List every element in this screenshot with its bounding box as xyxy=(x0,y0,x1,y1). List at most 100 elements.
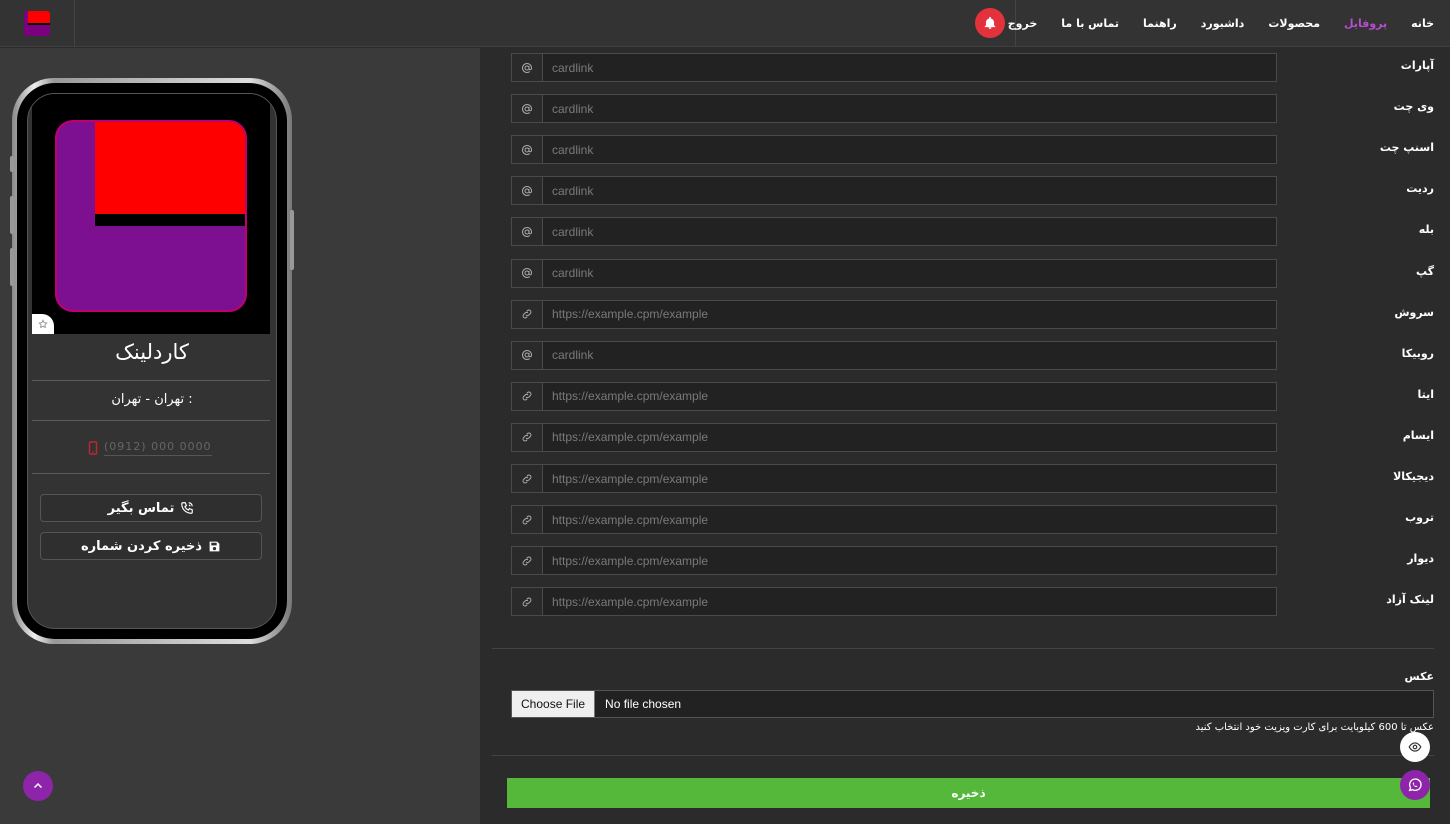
divider xyxy=(32,420,270,421)
preview-toggle-button[interactable] xyxy=(1400,732,1430,762)
field-label: بله xyxy=(1418,223,1434,237)
input-addon xyxy=(511,258,543,288)
field-label: دیجیکالا xyxy=(1393,470,1434,483)
field-label: ردیت xyxy=(1406,182,1434,196)
eye-icon xyxy=(1408,742,1422,752)
social-input[interactable] xyxy=(543,381,1277,411)
social-field-row: دیوار xyxy=(480,546,1450,576)
social-field-row: تروب xyxy=(480,505,1450,535)
floppy-disk-icon xyxy=(209,541,220,551)
notification-bell-button[interactable] xyxy=(975,8,1005,38)
phone-screen: کاردلینک تهران - تهران : (0912) 000 0000… xyxy=(27,93,277,629)
field-label: ایتا xyxy=(1417,387,1434,401)
social-field-row: دیجیکالا xyxy=(480,464,1450,494)
photo-file-input[interactable]: Choose File No file chosen xyxy=(511,690,1434,718)
nav-link[interactable]: محصولات xyxy=(1268,17,1320,30)
chevron-up-icon xyxy=(33,782,43,789)
social-input[interactable] xyxy=(543,217,1277,247)
input-addon xyxy=(511,135,543,165)
card-phone-number: (0912) 000 0000 xyxy=(104,440,212,456)
input-group xyxy=(511,546,1277,576)
link-icon xyxy=(522,474,532,483)
photo-label: عکس xyxy=(1404,670,1434,683)
mobile-icon xyxy=(88,441,98,455)
at-icon xyxy=(522,226,532,237)
nav-link[interactable]: خروج xyxy=(1008,17,1038,30)
social-input[interactable] xyxy=(543,464,1277,493)
link-icon xyxy=(522,309,532,319)
card-logo-image xyxy=(55,120,247,312)
field-label: لینک آزاد xyxy=(1386,593,1434,607)
divider xyxy=(32,473,270,474)
star-icon xyxy=(38,319,48,329)
social-input[interactable] xyxy=(543,340,1277,370)
input-addon xyxy=(511,340,543,370)
brand-logo[interactable] xyxy=(0,0,75,47)
at-icon xyxy=(522,144,532,155)
input-group xyxy=(511,299,1277,329)
field-label: وی چت xyxy=(1393,100,1434,114)
input-addon xyxy=(511,94,543,124)
nav-link[interactable]: خانه xyxy=(1411,17,1434,30)
social-input[interactable] xyxy=(543,587,1277,617)
input-group xyxy=(511,217,1277,247)
social-field-row: آپارات xyxy=(480,53,1450,83)
input-group xyxy=(511,464,1277,493)
input-group xyxy=(511,381,1277,411)
bell-icon xyxy=(984,16,996,29)
input-group xyxy=(511,176,1277,206)
social-field-row: بله xyxy=(480,217,1450,247)
nav-link[interactable]: راهنما xyxy=(1143,17,1177,30)
input-group xyxy=(511,94,1277,124)
social-field-row: گپ xyxy=(480,258,1450,289)
social-field-row: سروش xyxy=(480,299,1450,330)
field-label: روبیکا xyxy=(1401,346,1434,360)
at-icon xyxy=(522,62,532,73)
card-cover xyxy=(32,94,270,334)
social-field-row: وی چت xyxy=(480,94,1450,124)
profile-form: عکس Choose File No file chosen عکس تا 60… xyxy=(480,48,1450,824)
input-addon xyxy=(511,422,543,452)
social-input[interactable] xyxy=(543,176,1277,206)
at-icon xyxy=(522,185,532,196)
social-input[interactable] xyxy=(543,422,1277,452)
scroll-to-top-button[interactable] xyxy=(23,771,53,801)
nav-link[interactable]: داشبورد xyxy=(1201,17,1245,30)
top-navbar: خانه پروفایل محصولات داشبورد راهنما تماس با م… xyxy=(0,0,1450,47)
input-addon xyxy=(511,505,543,535)
social-input[interactable] xyxy=(543,546,1277,576)
social-input[interactable] xyxy=(543,258,1277,288)
nav-link[interactable]: تماس با ما xyxy=(1061,17,1119,30)
card-phone: (0912) 000 0000 xyxy=(88,440,228,456)
link-icon xyxy=(522,515,532,524)
at-icon xyxy=(522,350,532,361)
field-label: سروش xyxy=(1394,305,1434,319)
nav-link[interactable]: پروفایل xyxy=(1344,17,1387,30)
choose-file-button[interactable]: Choose File xyxy=(512,691,596,717)
input-addon xyxy=(511,53,543,82)
card-name: کاردلینک xyxy=(115,340,189,364)
social-field-row: ایسام xyxy=(480,422,1450,453)
input-group xyxy=(511,258,1277,288)
whatsapp-button[interactable] xyxy=(1400,770,1430,800)
social-input[interactable] xyxy=(543,94,1277,124)
social-input[interactable] xyxy=(543,505,1277,535)
file-status: No file chosen xyxy=(605,697,682,711)
save-contact-button[interactable]: ذخیره کردن شماره xyxy=(40,532,262,560)
save-button[interactable]: ذخیره xyxy=(507,778,1430,808)
input-group xyxy=(511,587,1277,617)
phone-side-button xyxy=(10,196,14,234)
link-icon xyxy=(522,433,532,442)
input-addon xyxy=(511,299,543,329)
social-field-row: اسنپ چت xyxy=(480,135,1450,165)
social-input[interactable] xyxy=(543,299,1277,329)
social-input[interactable] xyxy=(543,53,1277,82)
input-addon xyxy=(511,587,543,617)
input-addon xyxy=(511,381,543,411)
social-input[interactable] xyxy=(543,135,1277,165)
phone-side-button xyxy=(290,210,294,270)
social-field-row: روبیکا xyxy=(480,340,1450,371)
field-label: گپ xyxy=(1415,264,1434,278)
field-label: ایسام xyxy=(1402,428,1434,442)
call-button[interactable]: تماس بگیر xyxy=(40,494,262,522)
